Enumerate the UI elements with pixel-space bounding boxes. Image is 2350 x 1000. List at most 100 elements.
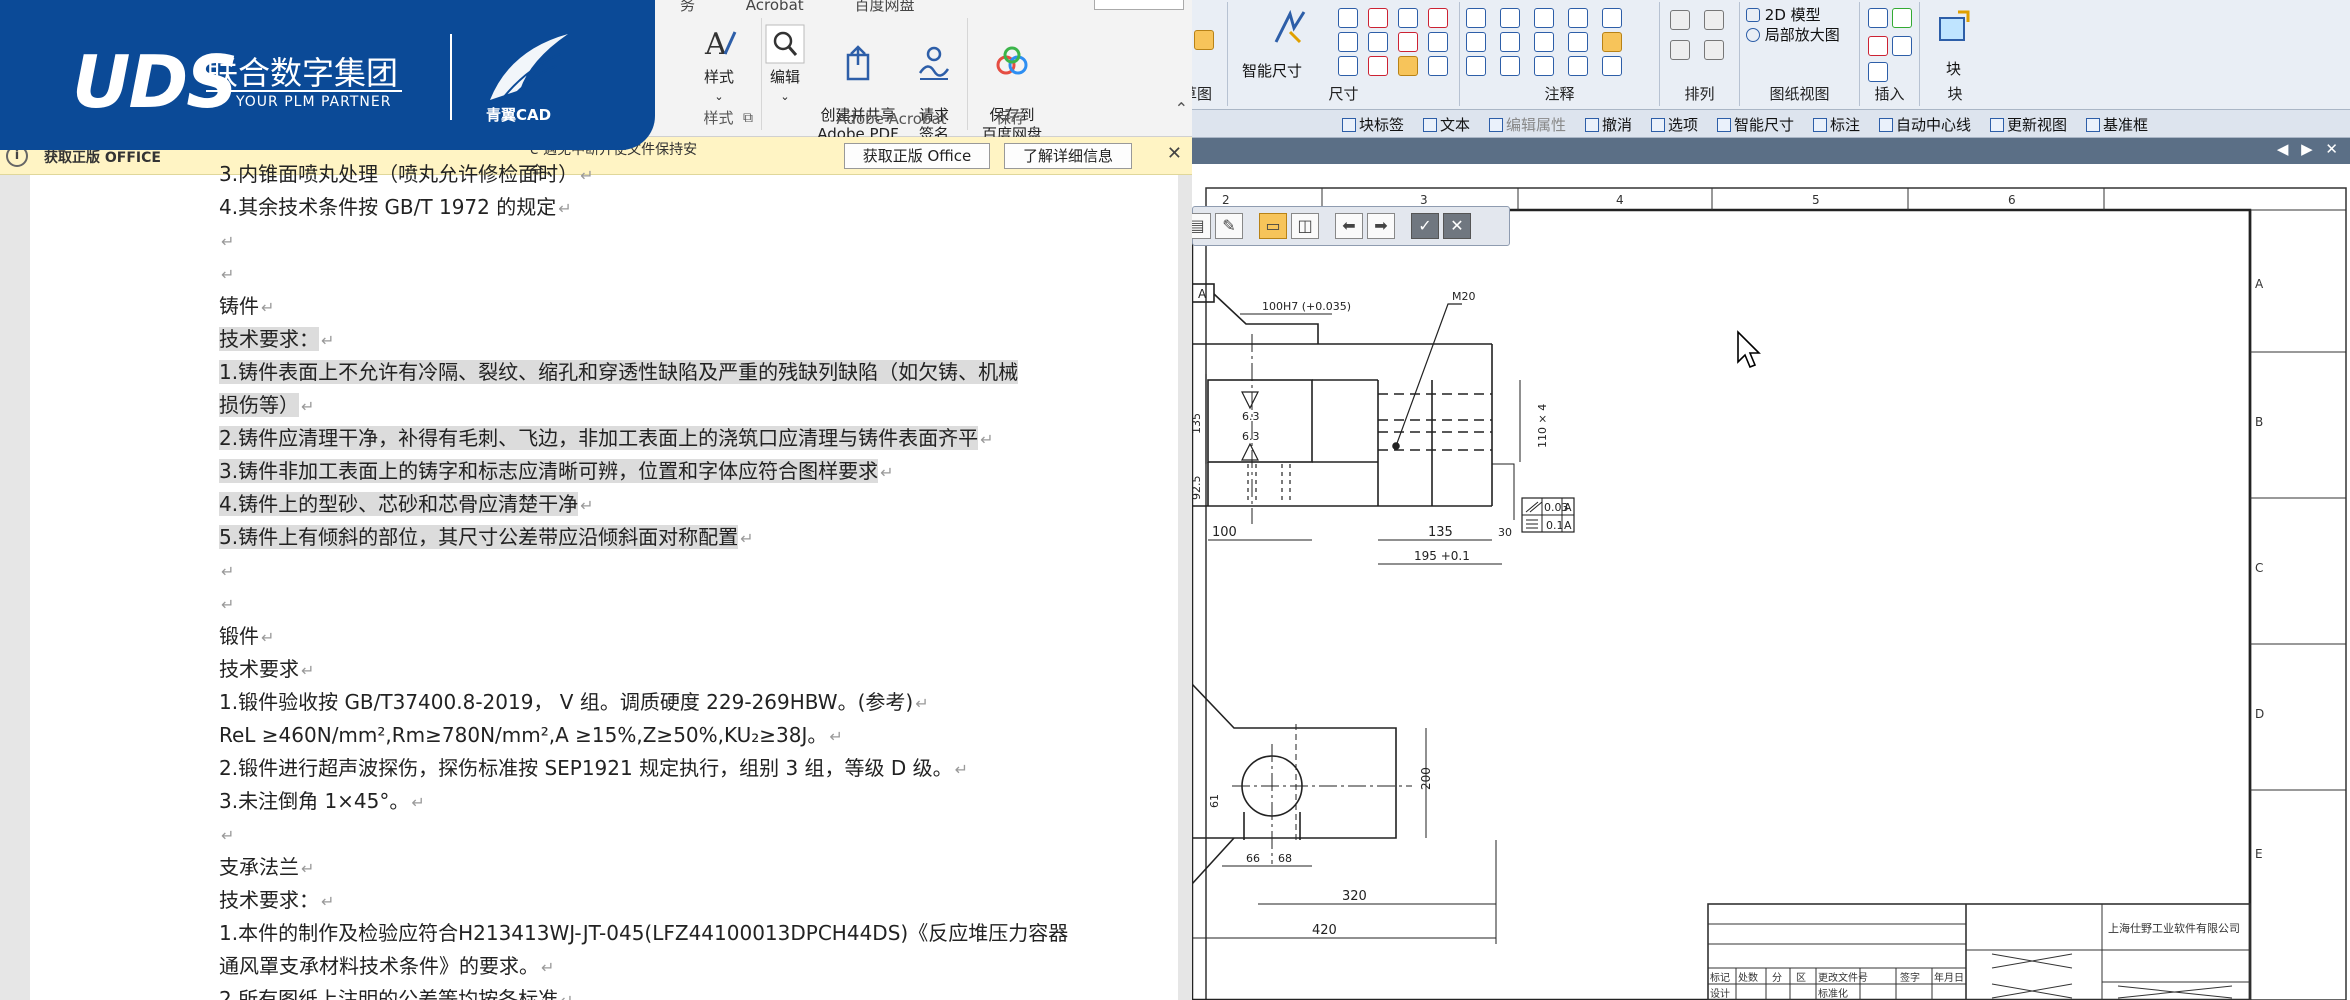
annotation-tool-icon[interactable] bbox=[1500, 8, 1520, 28]
dim-tool-icon[interactable] bbox=[1338, 8, 1358, 28]
dim-tool-icon[interactable] bbox=[1398, 56, 1418, 76]
doc-line[interactable]: 铸件 ↵ bbox=[219, 290, 1139, 323]
annotation-tool-icon[interactable] bbox=[1602, 8, 1622, 28]
arrange-tool-icon[interactable] bbox=[1704, 40, 1724, 60]
toolbar-item[interactable]: 更新视图 bbox=[1990, 114, 2067, 135]
close-icon[interactable]: ✕ bbox=[1167, 143, 1182, 164]
doc-line[interactable]: ↵ bbox=[219, 224, 1139, 257]
annotation-tool-icon[interactable] bbox=[1534, 56, 1554, 76]
side-view[interactable]: 200 61 66 68 320 420 bbox=[1192, 683, 1497, 944]
styles-button[interactable]: A 样式 ⌄ bbox=[684, 24, 754, 106]
doc-line[interactable]: ↵ bbox=[219, 818, 1139, 851]
annotation-tool-icon[interactable] bbox=[1466, 32, 1486, 52]
annotation-tool-icon[interactable] bbox=[1500, 56, 1520, 76]
toolbar-item[interactable]: 编辑属性 bbox=[1489, 114, 1566, 135]
dim-tool-icon[interactable] bbox=[1368, 56, 1388, 76]
document-body[interactable]: 3.内锥面喷丸处理（喷丸允许修检面时） ↵ 4.其余技术条件按 GB/T 1972 … bbox=[219, 158, 1139, 1000]
doc-line[interactable]: 2.所有图纸上注明的公差等均按各标准↵ bbox=[219, 983, 1139, 1000]
doc-line[interactable]: 3.铸件非加工表面上的铸字和标志应清晰可辨，位置和字体应符合图样要求 ↵ bbox=[219, 455, 1139, 488]
doc-line[interactable]: 技术要求： ↵ bbox=[219, 323, 1139, 356]
drawing-canvas[interactable]: 2 3 4 5 6 A B C D E A M20 6.3 6.3 100H7 … bbox=[1192, 164, 2350, 1000]
annotation-tool-icon[interactable] bbox=[1534, 8, 1554, 28]
ribbon-dropdown-box[interactable] bbox=[1094, 0, 1184, 10]
arrow-left-icon[interactable]: ⬅ bbox=[1335, 213, 1363, 239]
insert-tool-icon[interactable] bbox=[1892, 36, 1912, 56]
annotation-tool-icon[interactable] bbox=[1568, 32, 1588, 52]
annotation-tool-icon[interactable] bbox=[1568, 8, 1588, 28]
insert-tool-icon[interactable] bbox=[1868, 36, 1888, 56]
doc-line[interactable]: 技术要求： ↵ bbox=[219, 884, 1139, 917]
doc-line[interactable]: 锻件 ↵ bbox=[219, 620, 1139, 653]
doc-line[interactable]: 2.锻件进行超声波探伤，探伤标准按 SEP1921 规定执行，组别 3 组，等级… bbox=[219, 752, 1139, 785]
sketch-tool-icon[interactable] bbox=[1194, 30, 1214, 50]
annotation-tool-icon[interactable] bbox=[1534, 32, 1554, 52]
dim-tool-icon[interactable] bbox=[1428, 8, 1448, 28]
arrange-tool-icon[interactable] bbox=[1670, 10, 1690, 30]
dim-tool-icon[interactable] bbox=[1398, 8, 1418, 28]
region-select-icon[interactable]: ◫ bbox=[1291, 213, 1319, 239]
doc-line[interactable]: 4.铸件上的型砂、芯砂和芯骨应清楚干净 ↵ bbox=[219, 488, 1139, 521]
doc-line[interactable]: 5.铸件上有倾斜的部位，其尺寸公差带应沿倾斜面对称配置 ↵ bbox=[219, 521, 1139, 554]
doc-line[interactable]: 3.未注倒角 1×45°。 ↵ bbox=[219, 785, 1139, 818]
doc-line[interactable]: 3.内锥面喷丸处理（喷丸允许修检面时） ↵ bbox=[219, 158, 1139, 191]
sketch-tool-button[interactable]: ▤ bbox=[1192, 213, 1211, 239]
toolbar-item[interactable]: 撤消 bbox=[1585, 114, 1632, 135]
document-page[interactable]: 3.内锥面喷丸处理（喷丸允许修检面时） ↵ 4.其余技术条件按 GB/T 1972 … bbox=[30, 162, 1178, 1000]
doc-line[interactable]: 4.其余技术条件按 GB/T 1972 的规定 ↵ bbox=[219, 191, 1139, 224]
dim-tool-icon[interactable] bbox=[1428, 32, 1448, 52]
rectangle-select-icon[interactable]: ▭ bbox=[1259, 213, 1287, 239]
doc-line[interactable]: 1.本件的制作及检验应符合H213413WJ-JT-045(LFZ4410001… bbox=[219, 917, 1139, 950]
title-block[interactable]: 上海仕野工业软件有限公司 标记 处数 分 区 更改文件号 签字 年月日 设计 标… bbox=[1707, 903, 2251, 1000]
front-view[interactable]: A M20 6.3 6.3 100H7 (+0.035) 135 92.5 10… bbox=[1192, 283, 1575, 565]
arrow-right-icon[interactable]: ➡ bbox=[1367, 213, 1395, 239]
dialog-launcher-icon[interactable]: ⧉ bbox=[743, 110, 753, 126]
dim-tool-icon[interactable] bbox=[1338, 32, 1358, 52]
doc-line[interactable]: ↵ bbox=[219, 587, 1139, 620]
tab-acrobat[interactable]: Acrobat bbox=[746, 0, 804, 14]
toolbar-item[interactable]: 自动中心线 bbox=[1879, 114, 1971, 135]
doc-line[interactable]: 损伤等） ↵ bbox=[219, 389, 1139, 422]
annotation-tool-icon[interactable] bbox=[1466, 56, 1486, 76]
annotation-tool-icon[interactable] bbox=[1500, 32, 1520, 52]
toolbar-item[interactable]: 块标签 bbox=[1342, 114, 1404, 135]
dim-tool-icon[interactable] bbox=[1368, 32, 1388, 52]
tab-nav-controls[interactable]: ◀ ▶ ✕ bbox=[2277, 140, 2342, 158]
pencil-icon[interactable]: ✎ bbox=[1215, 213, 1243, 239]
cancel-icon[interactable]: ✕ bbox=[1443, 213, 1471, 239]
smart-dimension-label[interactable]: 智能尺寸 bbox=[1242, 60, 1302, 81]
annotation-tool-icon[interactable] bbox=[1568, 56, 1588, 76]
insert-tool-icon[interactable] bbox=[1892, 8, 1912, 28]
doc-line[interactable]: 支承法兰 ↵ bbox=[219, 851, 1139, 884]
local-zoom-button[interactable]: 局部放大图 bbox=[1746, 24, 1840, 45]
dim-tool-icon[interactable] bbox=[1338, 56, 1358, 76]
toolbar-item[interactable]: 基准框 bbox=[2086, 114, 2148, 135]
collapse-ribbon-icon[interactable]: ⌃ bbox=[1175, 99, 1188, 118]
tab-baidu[interactable]: 百度网盘 bbox=[854, 0, 914, 14]
toolbar-item[interactable]: 智能尺寸 bbox=[1717, 114, 1794, 135]
arrange-tool-icon[interactable] bbox=[1670, 40, 1690, 60]
annotation-tool-icon[interactable] bbox=[1466, 8, 1486, 28]
doc-line[interactable]: 通风罩支承材料技术条件》的要求。 ↵ bbox=[219, 950, 1139, 983]
insert-tool-icon[interactable] bbox=[1868, 8, 1888, 28]
doc-line[interactable]: 技术要求 ↵ bbox=[219, 653, 1139, 686]
doc-line[interactable]: ↵ bbox=[219, 257, 1139, 290]
arrange-tool-icon[interactable] bbox=[1704, 10, 1724, 30]
block-icon[interactable] bbox=[1938, 10, 1970, 42]
confirm-icon[interactable]: ✓ bbox=[1411, 213, 1439, 239]
dim-tool-icon[interactable] bbox=[1428, 56, 1448, 76]
model-2d-button[interactable]: 2D 模型 bbox=[1746, 4, 1821, 25]
annotation-tool-icon[interactable] bbox=[1602, 32, 1622, 52]
doc-line[interactable]: 1.锻件验收按 GB/T37400.8-2019， Ⅴ 组。调质硬度 229-2… bbox=[219, 686, 1139, 719]
annotation-tool-icon[interactable] bbox=[1602, 56, 1622, 76]
toolbar-item[interactable]: 选项 bbox=[1651, 114, 1698, 135]
toolbar-item[interactable]: 标注 bbox=[1813, 114, 1860, 135]
toolbar-item[interactable]: 文本 bbox=[1423, 114, 1470, 135]
smart-dimension-icon[interactable] bbox=[1270, 8, 1310, 48]
dim-tool-icon[interactable] bbox=[1398, 32, 1418, 52]
doc-line[interactable]: ↵ bbox=[219, 554, 1139, 587]
insert-tool-icon[interactable] bbox=[1868, 62, 1888, 82]
dim-tool-icon[interactable] bbox=[1368, 8, 1388, 28]
doc-line[interactable]: 2.铸件应清理干净，补得有毛刺、飞边，非加工表面上的浇筑口应清理与铸件表面齐平 ↵ bbox=[219, 422, 1139, 455]
doc-line[interactable]: 1.铸件表面上不允许有冷隔、裂纹、缩孔和穿透性缺陷及严重的残缺列缺陷（如欠铸、机… bbox=[219, 356, 1139, 389]
block-label[interactable]: 块 bbox=[1946, 58, 1961, 79]
